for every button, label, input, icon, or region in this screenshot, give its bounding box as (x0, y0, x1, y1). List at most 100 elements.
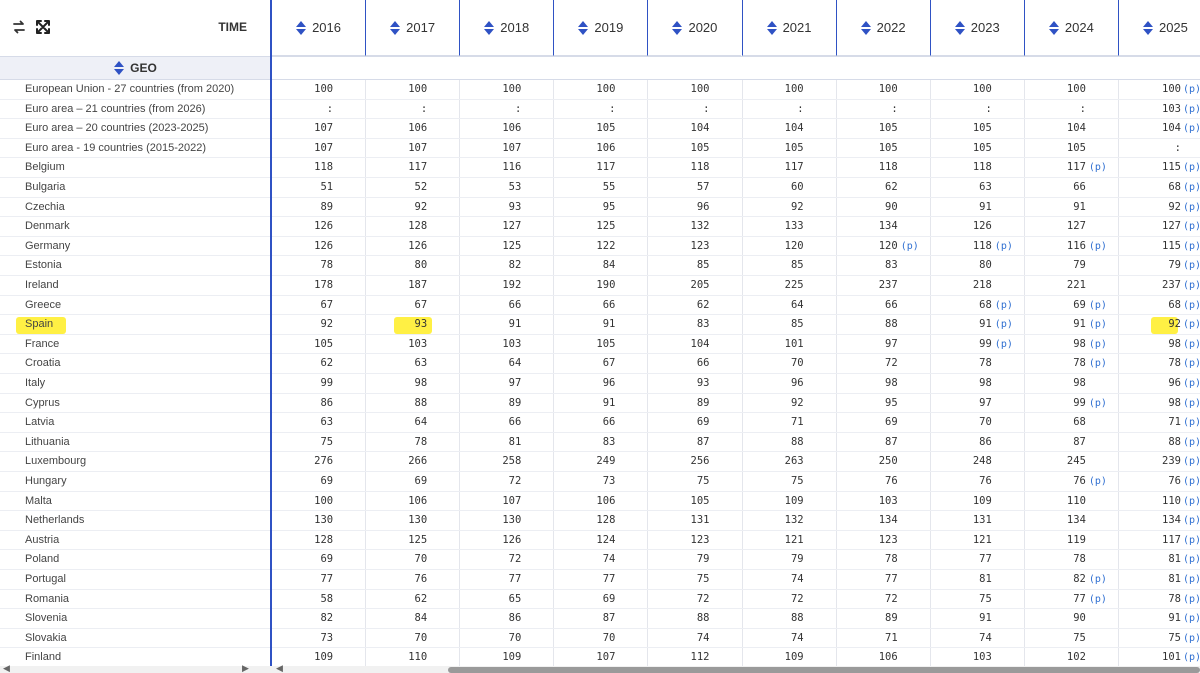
data-cell[interactable]: 87 (830, 433, 898, 453)
data-cell[interactable]: 70 (547, 629, 616, 649)
provisional-flag[interactable]: (p) (995, 296, 1013, 316)
data-cell[interactable]: 86 (924, 433, 992, 453)
data-cell[interactable]: 69 (265, 472, 333, 492)
provisional-flag[interactable]: (p) (1089, 570, 1107, 590)
data-cell[interactable]: 57 (642, 178, 710, 198)
data-cell[interactable]: 72 (830, 590, 898, 610)
data-cell[interactable]: 266 (359, 452, 427, 472)
data-cell[interactable]: 250 (830, 452, 898, 472)
data-cell[interactable]: 115 (1112, 237, 1181, 257)
data-cell[interactable]: 62 (265, 354, 333, 374)
data-cell[interactable]: 123 (642, 237, 710, 257)
data-cell[interactable]: 115 (1112, 158, 1181, 178)
data-cell[interactable]: 127 (1112, 217, 1181, 237)
data-cell[interactable]: 91 (924, 609, 992, 629)
data-cell[interactable]: 131 (924, 511, 992, 531)
data-cell[interactable]: 130 (265, 511, 333, 531)
geo-row-label[interactable]: Bulgaria (25, 178, 65, 198)
data-cell[interactable]: 75 (1018, 629, 1086, 649)
data-cell[interactable]: 77 (547, 570, 616, 590)
data-cell[interactable]: 89 (453, 394, 522, 414)
data-cell[interactable]: 97 (453, 374, 522, 394)
data-cell[interactable]: 117 (359, 158, 427, 178)
data-cell[interactable]: 78 (1018, 550, 1086, 570)
provisional-flag[interactable]: (p) (1183, 354, 1200, 374)
data-cell[interactable]: 89 (265, 198, 333, 218)
data-cell[interactable]: 121 (736, 531, 804, 551)
provisional-flag[interactable]: (p) (1183, 413, 1200, 433)
geo-row-label[interactable]: Denmark (25, 217, 70, 237)
data-cell[interactable]: 84 (547, 256, 616, 276)
data-cell[interactable]: 98 (1112, 335, 1181, 355)
geo-row-label[interactable]: Slovenia (25, 609, 67, 629)
provisional-flag[interactable]: (p) (1183, 296, 1200, 316)
data-cell[interactable]: 105 (1018, 139, 1086, 159)
horizontal-scrollbar-thumb[interactable] (448, 667, 1200, 673)
data-cell[interactable]: 83 (547, 433, 616, 453)
provisional-flag[interactable]: (p) (1089, 335, 1107, 355)
data-cell[interactable]: 76 (359, 570, 428, 590)
data-cell[interactable]: 118 (642, 158, 710, 178)
data-cell[interactable]: 66 (547, 296, 616, 316)
provisional-flag[interactable]: (p) (1183, 511, 1200, 531)
data-cell[interactable]: 98 (830, 374, 898, 394)
data-cell[interactable]: 192 (453, 276, 521, 296)
data-cell[interactable]: 74 (924, 629, 992, 649)
data-cell[interactable]: : (642, 100, 709, 120)
data-cell[interactable]: 73 (547, 472, 616, 492)
data-cell[interactable]: 95 (830, 394, 898, 414)
geo-row-label[interactable]: Belgium (25, 158, 65, 178)
data-cell[interactable]: 75 (736, 472, 804, 492)
geo-row-label[interactable]: France (25, 335, 59, 355)
data-cell[interactable]: 130 (359, 511, 427, 531)
data-cell[interactable]: 66 (453, 413, 522, 433)
data-cell[interactable]: 99 (1018, 394, 1086, 414)
data-cell[interactable]: 88 (1112, 433, 1181, 453)
data-cell[interactable]: 98 (359, 374, 428, 394)
data-cell[interactable]: 80 (359, 256, 428, 276)
data-cell[interactable]: 91 (1018, 315, 1086, 335)
year-column-header[interactable]: 2022 (835, 0, 930, 56)
data-cell[interactable]: 118 (924, 237, 992, 257)
geo-row-label[interactable]: Greece (25, 296, 61, 316)
data-cell[interactable]: 98 (1018, 335, 1086, 355)
provisional-flag[interactable]: (p) (1183, 374, 1200, 394)
data-cell[interactable]: 70 (736, 354, 804, 374)
data-cell[interactable]: 126 (265, 237, 333, 257)
geo-row-label[interactable]: Spain (25, 315, 53, 335)
provisional-flag[interactable]: (p) (1183, 158, 1200, 178)
data-cell[interactable]: 66 (1018, 178, 1086, 198)
provisional-flag[interactable]: (p) (1089, 394, 1107, 414)
data-cell[interactable]: 68 (1018, 413, 1086, 433)
data-cell[interactable]: 70 (359, 629, 428, 649)
data-cell[interactable]: 276 (265, 452, 333, 472)
data-cell[interactable]: 104 (736, 119, 804, 139)
data-cell[interactable]: 126 (453, 531, 521, 551)
data-cell[interactable]: 103 (830, 492, 898, 512)
data-cell[interactable]: 116 (453, 158, 521, 178)
data-cell[interactable]: 92 (1112, 315, 1181, 335)
data-cell[interactable]: 123 (830, 531, 898, 551)
data-cell[interactable]: 66 (547, 413, 616, 433)
scroll-right-arrow-icon[interactable]: ▶ (242, 664, 249, 673)
data-cell[interactable]: 258 (453, 452, 521, 472)
data-cell[interactable]: 100 (547, 80, 615, 100)
data-cell[interactable]: 104 (1112, 119, 1181, 139)
data-cell[interactable]: 133 (736, 217, 804, 237)
data-cell[interactable]: 88 (642, 609, 710, 629)
data-cell[interactable]: 117 (547, 158, 615, 178)
data-cell[interactable]: 126 (359, 237, 427, 257)
provisional-flag[interactable]: (p) (1183, 276, 1200, 296)
data-cell[interactable]: 93 (359, 315, 428, 335)
geo-row-label[interactable]: Lithuania (25, 433, 70, 453)
provisional-flag[interactable]: (p) (1183, 178, 1200, 198)
provisional-flag[interactable]: (p) (1183, 119, 1200, 139)
data-cell[interactable]: 65 (453, 590, 522, 610)
data-cell[interactable]: 90 (1018, 609, 1086, 629)
data-cell[interactable]: 110 (1112, 492, 1181, 512)
data-cell[interactable]: 67 (265, 296, 333, 316)
data-cell[interactable]: 239 (1112, 452, 1181, 472)
provisional-flag[interactable]: (p) (1183, 590, 1200, 610)
data-cell[interactable]: 69 (547, 590, 616, 610)
data-cell[interactable]: 104 (642, 119, 710, 139)
